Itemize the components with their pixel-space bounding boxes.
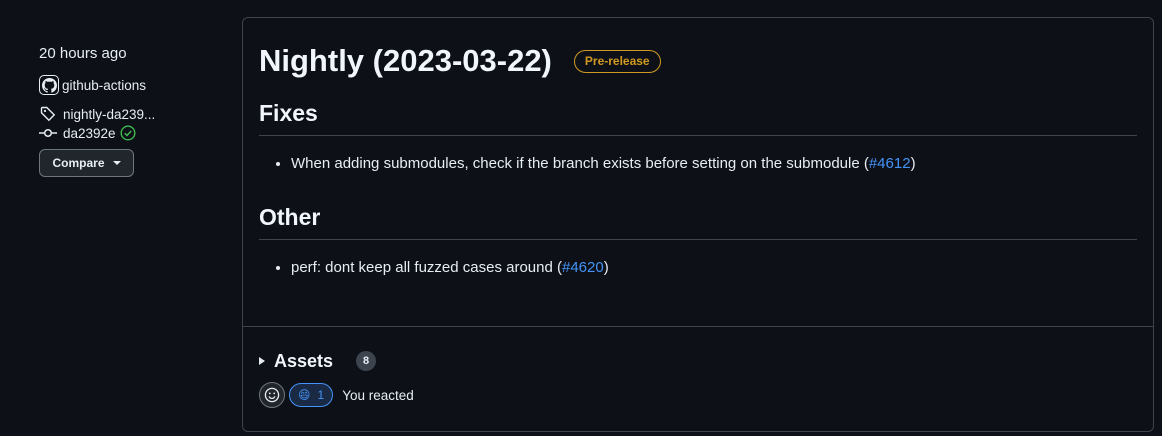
- other-list: perf: dont keep all fuzzed cases around …: [259, 258, 1137, 278]
- issue-link[interactable]: #4612: [869, 155, 911, 172]
- assets-label: Assets: [274, 350, 334, 371]
- commit-sha[interactable]: da2392e: [63, 126, 116, 141]
- git-commit-icon: [39, 125, 57, 141]
- reaction-smile-button[interactable]: 😄 1: [289, 383, 334, 407]
- add-reaction-button[interactable]: [259, 382, 285, 408]
- list-item: When adding submodules, check if the bra…: [291, 154, 1137, 174]
- list-item-suffix: ): [603, 259, 609, 276]
- list-item-text: perf: dont keep all fuzzed cases around …: [291, 259, 562, 276]
- list-item-suffix: ): [910, 155, 916, 172]
- release-title[interactable]: Nightly (2023-03-22): [259, 43, 552, 79]
- tag-name[interactable]: nightly-da239...: [63, 107, 155, 122]
- disclosure-triangle-icon: [259, 357, 265, 365]
- fixes-list: When adding submodules, check if the bra…: [259, 154, 1137, 174]
- prerelease-badge: Pre-release: [573, 49, 661, 73]
- issue-link[interactable]: #4620: [562, 259, 604, 276]
- caret-down-icon: [112, 161, 121, 165]
- you-reacted-text: You reacted: [342, 387, 414, 403]
- other-heading: Other: [259, 204, 1137, 240]
- release-footer: Assets 8 😄 1 You reacted: [243, 326, 1153, 409]
- compare-label: Compare: [52, 156, 105, 170]
- release-card: Nightly (2023-03-22) Pre-release Fixes W…: [242, 17, 1154, 432]
- assets-count-badge: 8: [356, 351, 377, 371]
- compare-button[interactable]: Compare: [39, 149, 134, 177]
- fixes-heading: Fixes: [259, 100, 1137, 136]
- author-name[interactable]: github-actions: [62, 78, 146, 93]
- release-time[interactable]: 20 hours ago: [39, 44, 229, 64]
- tag-icon: [39, 106, 57, 122]
- tag-row[interactable]: nightly-da239...: [39, 105, 229, 123]
- release-sidebar: 20 hours ago github-actions nightly-da23…: [39, 44, 229, 177]
- author-row[interactable]: github-actions: [39, 74, 229, 96]
- smile-emoji-icon: 😄: [298, 388, 311, 402]
- reactions-row: 😄 1 You reacted: [259, 381, 1137, 409]
- reaction-count: 1: [317, 388, 325, 402]
- release-header: Nightly (2023-03-22) Pre-release: [259, 42, 1137, 80]
- list-item: perf: dont keep all fuzzed cases around …: [291, 258, 1137, 278]
- assets-toggle[interactable]: Assets 8: [259, 349, 1137, 373]
- github-logo-icon[interactable]: [39, 75, 59, 95]
- commit-row[interactable]: da2392e: [39, 123, 229, 143]
- smiley-icon: [264, 387, 280, 403]
- list-item-text: When adding submodules, check if the bra…: [291, 155, 869, 172]
- verified-check-icon[interactable]: [120, 125, 136, 141]
